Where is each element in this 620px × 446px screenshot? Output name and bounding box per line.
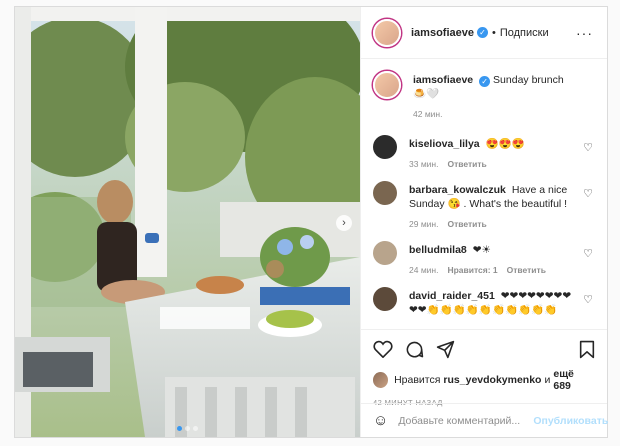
comments-list[interactable]: iamsofiaeve ✓ Sunday brunch 🍮🤍 42 мин. ki… (361, 59, 607, 329)
comment-like-icon[interactable]: ♡ (583, 293, 593, 306)
commenter-avatar[interactable] (373, 181, 397, 205)
commenter-username[interactable]: barbara_kowalczuk (409, 184, 506, 196)
commenter-username[interactable]: kiseliova_lilya (409, 138, 480, 150)
likes-others-count[interactable]: ещё 689 (553, 368, 592, 392)
comment-like-icon[interactable]: ♡ (583, 141, 593, 154)
post-header: iamsofiaeve ✓ • Подписки ··· (361, 7, 607, 59)
carousel-dots (15, 426, 360, 431)
carousel-dot (193, 426, 198, 431)
brunch-photo-illustration (15, 7, 360, 437)
post-photo[interactable]: › (15, 7, 360, 437)
carousel-dot-active (177, 426, 182, 431)
comment-item: belludmila8 ❤☀ 24 мин. Нравится: 1 Ответ… (373, 241, 595, 275)
commenter-username[interactable]: david_raider_451 (409, 290, 495, 302)
following-button[interactable]: Подписки (500, 27, 549, 39)
comment-input[interactable] (398, 414, 534, 427)
commenter-username[interactable]: belludmila8 (409, 244, 467, 256)
reply-button[interactable]: Ответить (507, 265, 546, 275)
reply-button[interactable]: Ответить (447, 219, 486, 229)
comment-text: ❤☀ (472, 244, 491, 256)
separator-dot: • (491, 26, 496, 39)
commenter-avatar[interactable] (373, 287, 397, 311)
author-avatar[interactable] (373, 18, 401, 47)
like-heart-icon[interactable] (373, 340, 393, 358)
publish-button[interactable]: Опубликовать (533, 415, 608, 427)
caption: iamsofiaeve ✓ Sunday brunch 🍮🤍 42 мин. (373, 71, 595, 119)
liker-username[interactable]: rus_yevdokymenko (443, 374, 541, 386)
instagram-post: › iamsofiaeve ✓ • Подписки ··· iamsofiae… (14, 6, 608, 438)
caption-author-avatar[interactable] (373, 71, 401, 99)
comment-item: david_raider_451 ❤❤❤❤❤❤❤❤❤❤👏👏👏👏👏👏👏👏👏👏 ♡ (373, 287, 595, 317)
likes-connector: и (544, 374, 551, 386)
emoji-picker-icon[interactable]: ☺ (373, 412, 388, 429)
liker-avatar[interactable] (373, 372, 389, 388)
author-username[interactable]: iamsofiaeve (411, 27, 474, 39)
share-direct-icon[interactable] (436, 340, 455, 359)
comment-like-icon[interactable]: ♡ (583, 187, 593, 200)
reply-button[interactable]: Ответить (447, 159, 486, 169)
commenter-avatar[interactable] (373, 241, 397, 265)
post-side-panel: iamsofiaeve ✓ • Подписки ··· iamsofiaeve… (360, 7, 608, 437)
commenter-avatar[interactable] (373, 135, 397, 159)
likes-summary: Нравится rus_yevdokymenko и ещё 689 (373, 368, 595, 392)
carousel-dot (185, 426, 190, 431)
comment-bubble-icon[interactable] (405, 340, 424, 359)
comment-time: 24 мин. (409, 265, 439, 275)
verified-badge-icon: ✓ (479, 76, 491, 87)
post-actions: Нравится rus_yevdokymenko и ещё 689 42 м… (361, 329, 607, 407)
caption-username[interactable]: iamsofiaeve (413, 74, 473, 86)
more-horizontal-icon[interactable]: ··· (576, 25, 593, 41)
comment-time: 33 мин. (409, 159, 439, 169)
action-icons-bar (373, 338, 595, 360)
comment-item: kiseliova_lilya 😍😍😍 33 мин. Ответить ♡ (373, 135, 595, 169)
next-slide-icon[interactable]: › (336, 215, 352, 231)
comment-time: 29 мин. (409, 219, 439, 229)
likes-prefix: Нравится (394, 374, 441, 386)
comment-text: 😍😍😍 (485, 138, 525, 150)
comment-like-icon[interactable]: ♡ (583, 247, 593, 260)
save-bookmark-icon[interactable] (579, 340, 595, 359)
verified-badge-icon: ✓ (476, 27, 488, 38)
caption-time: 42 мин. (413, 109, 443, 119)
comment-likes-count[interactable]: Нравится: 1 (447, 265, 497, 275)
comment-item: barbara_kowalczuk Have a nice Sunday 😘 .… (373, 181, 595, 229)
add-comment-bar: ☺ Опубликовать (361, 403, 608, 437)
